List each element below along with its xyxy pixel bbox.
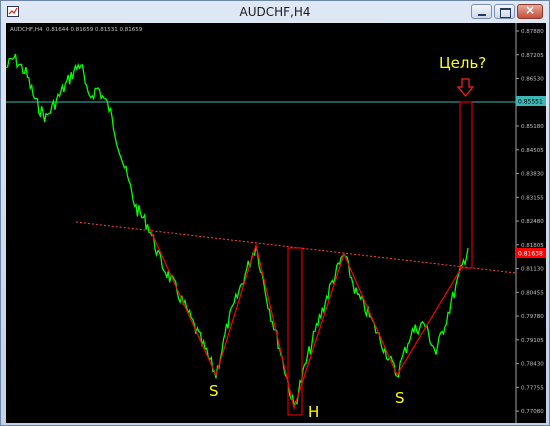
price-axis-label: 0.87880	[521, 29, 544, 35]
price-axis-label: 0.83155	[521, 195, 544, 201]
left-shoulder-label: S	[209, 382, 219, 400]
maximize-button[interactable]	[494, 4, 515, 19]
ohlc-values: 0.81644 0.81659 0.81531 0.81659	[46, 27, 143, 33]
price-chart[interactable]: 0.878800.872050.865300.858550.851800.845…	[6, 23, 546, 423]
minimize-button[interactable]	[471, 4, 492, 19]
chart-background	[6, 23, 546, 423]
symbol-label: AUDCHF,H4	[10, 27, 43, 33]
price-axis-label: 0.80455	[521, 290, 544, 296]
target-level-value: 0.85551	[518, 99, 543, 106]
price-axis-label: 0.86530	[521, 77, 544, 83]
head-label: H	[308, 403, 319, 421]
price-axis-label: 0.81805	[521, 243, 544, 249]
price-axis-label: 0.82480	[521, 219, 544, 225]
minimize-icon	[478, 14, 486, 16]
price-axis-label: 0.83830	[521, 172, 544, 178]
maximize-icon	[500, 8, 511, 18]
target-question-label: Цель?	[439, 54, 486, 72]
chart-canvas[interactable]: 0.878800.872050.865300.858550.851800.845…	[6, 23, 546, 423]
price-axis-label: 0.77080	[521, 409, 544, 415]
chart-window: AUDCHF,H4 × 0.878800.872050.865300.85855…	[0, 0, 550, 426]
current-price-value: 0.81638	[518, 251, 543, 258]
price-axis-label: 0.84505	[521, 148, 544, 154]
price-axis-label: 0.77755	[521, 385, 544, 391]
price-axis-label: 0.78430	[521, 362, 544, 368]
window-title: AUDCHF,H4	[239, 5, 311, 19]
title-bar[interactable]: AUDCHF,H4 ×	[1, 1, 549, 23]
price-axis-label: 0.81130	[521, 267, 544, 273]
price-axis-label: 0.79780	[521, 314, 544, 320]
window-controls: ×	[471, 3, 543, 20]
price-axis-label: 0.79105	[521, 338, 544, 344]
price-axis-label: 0.85180	[521, 124, 544, 130]
close-icon: ×	[524, 3, 536, 17]
close-button[interactable]: ×	[517, 3, 543, 19]
price-axis-label: 0.87205	[521, 53, 544, 59]
right-shoulder-label: S	[395, 389, 405, 407]
